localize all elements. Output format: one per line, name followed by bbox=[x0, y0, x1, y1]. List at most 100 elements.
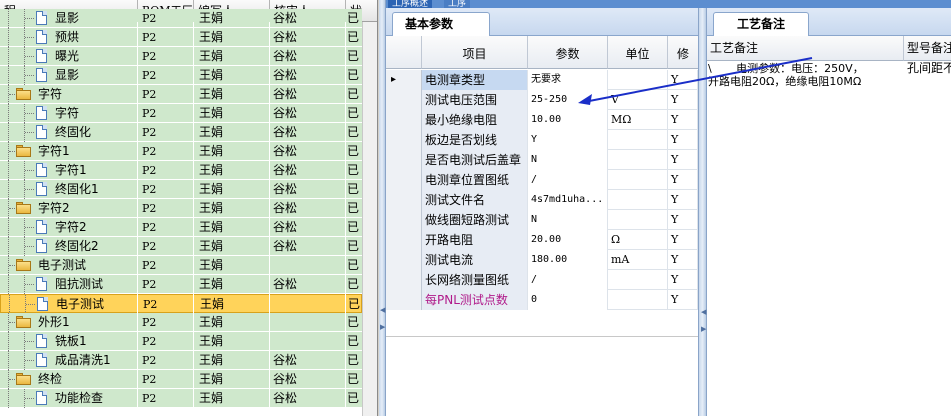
tree-row[interactable]: 字符2 P2 王娟 谷松 已 bbox=[0, 199, 362, 218]
param-value-cell[interactable]: N bbox=[528, 150, 608, 170]
bom-cell: P2 bbox=[142, 354, 157, 367]
tree-row[interactable]: 成品清洗1 P2 王娟 谷松 已 bbox=[0, 351, 362, 370]
col-model-note[interactable]: 型号备注 bbox=[904, 36, 951, 61]
tree-row[interactable]: 字符1 P2 王娟 谷松 已 bbox=[0, 142, 362, 161]
tree-guide-line bbox=[9, 379, 15, 380]
param-row[interactable]: 是否电测试后盖章 N Y bbox=[386, 150, 698, 170]
tree-node[interactable]: 功能检查 bbox=[0, 389, 137, 408]
tree-row[interactable]: 字符 P2 王娟 谷松 已 bbox=[0, 104, 362, 123]
param-row[interactable]: 做线圈短路测试 N Y bbox=[386, 210, 698, 230]
row-indicator[interactable] bbox=[386, 210, 422, 230]
status-cell: 已 bbox=[347, 277, 360, 291]
param-value-cell[interactable]: 4s7md1uha... bbox=[528, 190, 608, 210]
tree-node[interactable]: 终固化2 bbox=[0, 237, 137, 256]
row-indicator[interactable] bbox=[386, 190, 422, 210]
tree-node[interactable]: 阻抗测试 bbox=[0, 275, 137, 294]
tree-row[interactable]: 曝光 P2 王娟 谷松 已 bbox=[0, 47, 362, 66]
folder-icon bbox=[16, 202, 31, 214]
tree-node[interactable]: 字符1 bbox=[0, 142, 137, 161]
param-value-cell[interactable]: 0 bbox=[528, 290, 608, 310]
tree-guide-line bbox=[25, 113, 34, 114]
tree-node[interactable]: 成品清洗1 bbox=[0, 351, 137, 370]
col-item[interactable]: 项目 bbox=[422, 36, 528, 69]
row-indicator[interactable] bbox=[386, 230, 422, 250]
param-row[interactable]: 测试文件名 4s7md1uha... Y bbox=[386, 190, 698, 210]
row-indicator[interactable] bbox=[386, 90, 422, 110]
row-indicator[interactable] bbox=[386, 150, 422, 170]
tree-node[interactable]: 电子测试 bbox=[1, 295, 138, 314]
tree-guide-line bbox=[9, 208, 15, 209]
current-row-indicator-icon[interactable]: ▸ bbox=[386, 70, 422, 90]
tree-row[interactable]: 功能检查 P2 王娟 谷松 已 bbox=[0, 389, 362, 408]
bom-cell: P2 bbox=[142, 373, 157, 386]
param-row[interactable]: 每PNL测试点数 0 Y bbox=[386, 290, 698, 310]
param-value-cell[interactable]: Y bbox=[528, 130, 608, 150]
bom-cell: P2 bbox=[142, 221, 157, 234]
tree-node[interactable]: 字符1 bbox=[0, 161, 137, 180]
param-value-cell[interactable]: 10.00 bbox=[528, 110, 608, 130]
tree-row[interactable]: 外形1 P2 王娟 已 bbox=[0, 313, 362, 332]
param-value-cell[interactable]: / bbox=[528, 170, 608, 190]
param-row[interactable]: 电测章位置图纸 / Y bbox=[386, 170, 698, 190]
tree-row[interactable]: 终固化1 P2 王娟 谷松 已 bbox=[0, 180, 362, 199]
author-cell: 王娟 bbox=[199, 87, 224, 101]
row-indicator[interactable] bbox=[386, 170, 422, 190]
tree-node[interactable]: 曝光 bbox=[0, 47, 137, 66]
tree-node[interactable]: 预烘 bbox=[0, 28, 137, 47]
tab-process-overview[interactable]: 工序概述 bbox=[388, 0, 433, 9]
tree-row[interactable]: 终检 P2 王娟 谷松 已 bbox=[0, 370, 362, 389]
row-indicator[interactable] bbox=[386, 130, 422, 150]
tree-row[interactable]: 显影 P2 王娟 谷松 已 bbox=[0, 66, 362, 85]
tree-node[interactable]: 终检 bbox=[0, 370, 137, 389]
tree-node[interactable]: 字符2 bbox=[0, 199, 137, 218]
tree-node[interactable]: 显影 bbox=[0, 66, 137, 85]
param-value-cell[interactable]: 20.00 bbox=[528, 230, 608, 250]
tab-process-notes[interactable]: 工艺备注 bbox=[713, 12, 809, 37]
tree-node[interactable]: 字符2 bbox=[0, 218, 137, 237]
tree-node[interactable]: 字符 bbox=[0, 85, 137, 104]
param-value-cell[interactable]: 180.00 bbox=[528, 250, 608, 270]
tree-node[interactable]: 终固化1 bbox=[0, 180, 137, 199]
model-note-text[interactable]: 孔间距不 bbox=[907, 62, 951, 75]
bom-cell: P2 bbox=[142, 145, 157, 158]
document-icon bbox=[36, 125, 47, 139]
status-cell: 已 bbox=[347, 125, 360, 139]
tree-guide-line bbox=[25, 56, 34, 57]
tree-row[interactable]: 铣板1 P2 王娟 已 bbox=[0, 332, 362, 351]
folder-icon bbox=[16, 145, 31, 157]
tree-node[interactable]: 终固化 bbox=[0, 123, 137, 142]
grip-right-icon: ▶ bbox=[380, 323, 386, 331]
tree-node[interactable]: 电子测试 bbox=[0, 256, 137, 275]
tree-node[interactable]: 外形1 bbox=[0, 313, 137, 332]
tree-row[interactable]: 预烘 P2 王娟 谷松 已 bbox=[0, 28, 362, 47]
tree-row[interactable]: 电子测试 P2 王娟 已 bbox=[0, 294, 362, 314]
tree-row[interactable]: 显影 P2 王娟 谷松 已 bbox=[0, 9, 362, 28]
row-indicator[interactable] bbox=[386, 250, 422, 270]
param-value-cell[interactable]: N bbox=[528, 210, 608, 230]
param-row[interactable]: 测试电流 180.00 mA Y bbox=[386, 250, 698, 270]
param-row[interactable]: 板边是否划线 Y Y bbox=[386, 130, 698, 150]
tree-row[interactable]: 阻抗测试 P2 王娟 谷松 已 bbox=[0, 275, 362, 294]
row-indicator[interactable] bbox=[386, 110, 422, 130]
tree-row[interactable]: 字符1 P2 王娟 谷松 已 bbox=[0, 161, 362, 180]
tree-row[interactable]: 电子测试 P2 王娟 已 bbox=[0, 256, 362, 275]
param-row[interactable]: 开路电阻 20.00 Ω Y bbox=[386, 230, 698, 250]
tree-vertical-scrollbar[interactable] bbox=[362, 22, 377, 416]
tree-node[interactable]: 字符 bbox=[0, 104, 137, 123]
tab-basic-params[interactable]: 基本参数 bbox=[392, 12, 490, 37]
tree-row[interactable]: 字符 P2 王娟 谷松 已 bbox=[0, 85, 362, 104]
param-row[interactable]: 长网络测量图纸 / Y bbox=[386, 270, 698, 290]
tab-process[interactable]: 工序 bbox=[444, 0, 471, 9]
tree-row[interactable]: 终固化 P2 王娟 谷松 已 bbox=[0, 123, 362, 142]
tree-row[interactable]: 终固化2 P2 王娟 谷松 已 bbox=[0, 237, 362, 256]
param-value-cell[interactable]: / bbox=[528, 270, 608, 290]
param-row[interactable]: 最小绝缘电阻 10.00 MΩ Y bbox=[386, 110, 698, 130]
splitter-left[interactable]: ◀ ▶ bbox=[379, 0, 386, 416]
status-cell: 已 bbox=[347, 11, 360, 25]
row-indicator[interactable] bbox=[386, 290, 422, 310]
tree-node[interactable]: 显影 bbox=[0, 9, 137, 28]
row-indicator[interactable] bbox=[386, 270, 422, 290]
tree-row[interactable]: 字符2 P2 王娟 谷松 已 bbox=[0, 218, 362, 237]
status-cell: 已 bbox=[347, 372, 360, 386]
tree-node[interactable]: 铣板1 bbox=[0, 332, 137, 351]
